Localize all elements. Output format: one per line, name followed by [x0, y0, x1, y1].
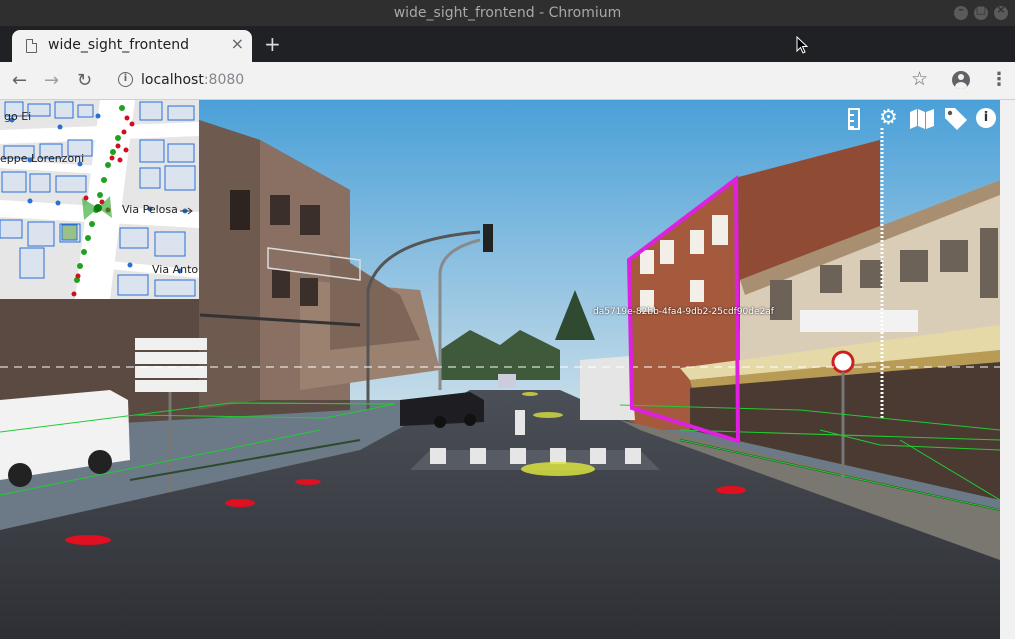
- close-tab-icon[interactable]: ×: [231, 34, 244, 53]
- browser-toolbar: ← → ↻ i localhost:8080 ☆ ⋮: [0, 62, 1015, 100]
- tag-icon[interactable]: [945, 108, 967, 135]
- tab-strip: wide_sight_frontend × +: [0, 26, 1015, 62]
- map-icon[interactable]: [910, 109, 934, 134]
- close-window-button[interactable]: ×: [994, 3, 1008, 20]
- gear-icon[interactable]: ⚙: [879, 105, 898, 129]
- account-icon[interactable]: [952, 71, 970, 89]
- vertical-scrollbar[interactable]: [1000, 100, 1015, 639]
- reload-button[interactable]: ↻: [77, 70, 92, 91]
- detection-id-label: da5719e-82bb-4fa4-9db2-25cdf90de2af: [593, 307, 774, 317]
- tab-title: wide_sight_frontend: [48, 37, 189, 53]
- street-label-east: Via Pelosa: [122, 203, 178, 216]
- street-view-viewer[interactable]: da5719e-82bb-4fa4-9db2-25cdf90de2af ⚙ i: [0, 100, 1000, 639]
- document-icon: [26, 39, 37, 53]
- back-button[interactable]: ←: [12, 70, 27, 91]
- maximize-window-button[interactable]: □: [974, 3, 988, 20]
- browser-menu-button[interactable]: ⋮: [990, 69, 1008, 90]
- info-icon[interactable]: i: [976, 108, 996, 128]
- site-info-icon[interactable]: i: [118, 72, 133, 87]
- street-label-bottom: Via Anton: [152, 263, 199, 276]
- window-titlebar: wide_sight_frontend - Chromium – □ ×: [0, 0, 1015, 26]
- window-title: wide_sight_frontend - Chromium: [393, 5, 622, 21]
- new-tab-button[interactable]: +: [264, 32, 281, 56]
- street-label-top-left: go Ei: [4, 110, 32, 123]
- mouse-cursor-icon: [796, 36, 808, 54]
- ruler-icon[interactable]: [848, 108, 860, 130]
- street-label-mid-left: eppe Lorenzoni: [0, 152, 85, 165]
- address-bar[interactable]: i localhost:8080: [106, 66, 946, 96]
- tab-wide-sight-frontend[interactable]: wide_sight_frontend ×: [12, 30, 252, 62]
- bookmark-star-icon[interactable]: ☆: [911, 68, 928, 90]
- minimap[interactable]: go Ei eppe Lorenzoni Via Pelosa Via Anto…: [0, 100, 199, 299]
- url-host: localhost: [141, 72, 204, 88]
- minimize-window-button[interactable]: –: [954, 3, 968, 20]
- forward-button[interactable]: →: [44, 70, 59, 91]
- url-port: :8080: [203, 72, 245, 88]
- url-text: localhost:8080: [141, 72, 244, 88]
